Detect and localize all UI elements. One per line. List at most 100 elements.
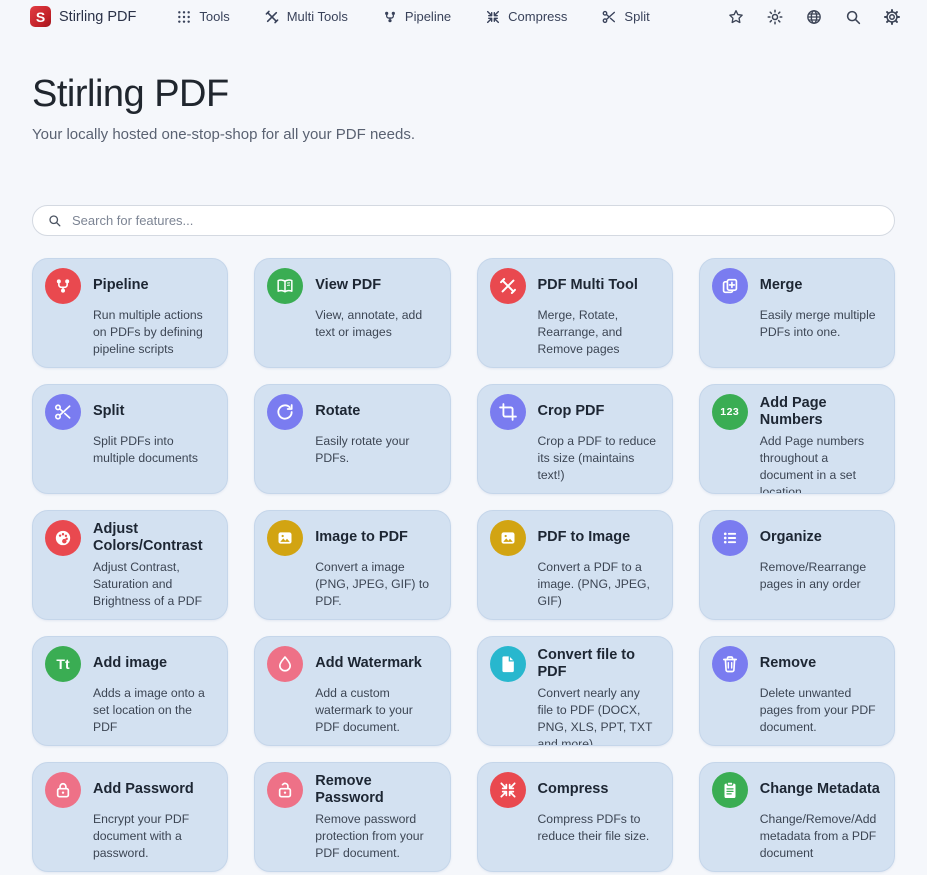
card-title: Merge [760,268,880,304]
card-title: Remove [760,646,880,682]
card-title: Compress [538,772,658,808]
compress-icon [490,772,526,808]
card-description: Split PDFs into multiple documents [93,433,213,467]
card-description: Easily merge multiple PDFs into one. [760,307,880,341]
card-description: Remove password protection from your PDF… [315,811,435,862]
nav-item-compress[interactable]: Compress [485,9,567,25]
theme-sun-icon[interactable] [766,8,784,26]
language-globe-icon[interactable] [805,8,823,26]
file-icon [490,646,526,682]
card-description: Merge, Rotate, Rearrange, and Remove pag… [538,307,658,358]
list-icon [712,520,748,556]
rotate-icon [267,394,303,430]
tool-card-crop-pdf[interactable]: Crop PDF Crop a PDF to reduce its size (… [477,384,673,494]
tool-card-organize[interactable]: Organize Remove/Rearrange pages in any o… [699,510,895,620]
card-title: Remove Password [315,772,435,808]
card-title: Rotate [315,394,435,430]
tool-card-pdf-multi-tool[interactable]: PDF Multi Tool Merge, Rotate, Rearrange,… [477,258,673,368]
nav-item-label: Compress [508,9,567,24]
page-numbers-badge: 123 [712,394,748,430]
tool-card-pipeline[interactable]: Pipeline Run multiple actions on PDFs by… [32,258,228,368]
card-description: Convert a PDF to a image. (PNG, JPEG, GI… [538,559,658,610]
nav-item-multi-tools[interactable]: Multi Tools [264,9,348,25]
tool-card-convert-file-to-pdf[interactable]: Convert file to PDF Convert nearly any f… [477,636,673,746]
card-title: View PDF [315,268,435,304]
card-description: Convert nearly any file to PDF (DOCX, PN… [538,685,658,746]
nav-item-label: Multi Tools [287,9,348,24]
tool-card-change-metadata[interactable]: Change Metadata Change/Remove/Add metada… [699,762,895,872]
card-description: Crop a PDF to reduce its size (maintains… [538,433,658,484]
card-description: Delete unwanted pages from your PDF docu… [760,685,880,736]
navbar-actions [727,8,901,26]
card-title: Add Password [93,772,213,808]
trash-icon [712,646,748,682]
settings-gear-icon[interactable] [883,8,901,26]
card-description: Easily rotate your PDFs. [315,433,435,467]
text-icon: Tt [45,646,81,682]
tool-card-adjust-colors-contrast[interactable]: Adjust Colors/Contrast Adjust Contrast, … [32,510,228,620]
hero-section: Stirling PDF Your locally hosted one-sto… [0,33,927,143]
brand-home-link[interactable]: S Stirling PDF [30,6,136,27]
nav-item-pipeline[interactable]: Pipeline [382,9,451,25]
feature-search-input[interactable] [72,213,880,228]
tool-card-rotate[interactable]: Rotate Easily rotate your PDFs. [254,384,450,494]
card-title: Add image [93,646,213,682]
droplet-icon [267,646,303,682]
card-title: PDF Multi Tool [538,268,658,304]
stirling-logo-icon: S [30,6,51,27]
card-title: Pipeline [93,268,213,304]
search-icon[interactable] [844,8,862,26]
search-section [32,205,895,236]
compress-icon [485,9,501,25]
tool-card-compress[interactable]: Compress Compress PDFs to reduce their f… [477,762,673,872]
card-title: Add Page Numbers [760,394,880,430]
card-title: Organize [760,520,880,556]
favourites-star-icon[interactable] [727,8,745,26]
nav-item-split[interactable]: Split [601,9,649,25]
book-icon [267,268,303,304]
tools-icon [264,9,280,25]
tools-icon [490,268,526,304]
tool-card-pdf-to-image[interactable]: PDF to Image Convert a PDF to a image. (… [477,510,673,620]
card-description: View, annotate, add text or images [315,307,435,341]
card-title: Convert file to PDF [538,646,658,682]
clipboard-icon [712,772,748,808]
nav-links: Tools Multi Tools Pipeline Compress Spli… [176,9,649,25]
card-description: Adjust Contrast, Saturation and Brightne… [93,559,213,610]
grid-icon [176,9,192,25]
card-description: Remove/Rearrange pages in any order [760,559,880,593]
scissors-icon [45,394,81,430]
palette-icon [45,520,81,556]
card-title: PDF to Image [538,520,658,556]
nav-item-label: Split [624,9,649,24]
tool-card-image-to-pdf[interactable]: Image to PDF Convert a image (PNG, JPEG,… [254,510,450,620]
tool-card-remove[interactable]: Remove Delete unwanted pages from your P… [699,636,895,746]
pipeline-icon [45,268,81,304]
tool-card-add-image[interactable]: Tt Add image Adds a image onto a set loc… [32,636,228,746]
card-description: Compress PDFs to reduce their file size. [538,811,658,845]
card-description: Encrypt your PDF document with a passwor… [93,811,213,862]
tool-card-merge[interactable]: Merge Easily merge multiple PDFs into on… [699,258,895,368]
card-description: Run multiple actions on PDFs by defining… [93,307,213,358]
card-title: Adjust Colors/Contrast [93,520,213,556]
merge-icon [712,268,748,304]
card-title: Image to PDF [315,520,435,556]
tool-card-grid: Pipeline Run multiple actions on PDFs by… [32,258,895,872]
nav-item-tools[interactable]: Tools [176,9,229,25]
card-description: Add a custom watermark to your PDF docum… [315,685,435,736]
feature-search-box[interactable] [32,205,895,236]
tool-card-remove-password[interactable]: Remove Password Remove password protecti… [254,762,450,872]
tool-card-split[interactable]: Split Split PDFs into multiple documents [32,384,228,494]
card-description: Convert a image (PNG, JPEG, GIF) to PDF. [315,559,435,610]
top-navbar: S Stirling PDF Tools Multi Tools Pipelin… [0,0,927,33]
search-icon [47,213,62,228]
tool-card-add-password[interactable]: Add Password Encrypt your PDF document w… [32,762,228,872]
tool-card-add-watermark[interactable]: Add Watermark Add a custom watermark to … [254,636,450,746]
tool-card-add-page-numbers[interactable]: 123 Add Page Numbers Add Page numbers th… [699,384,895,494]
tool-card-view-pdf[interactable]: View PDF View, annotate, add text or ima… [254,258,450,368]
nav-item-label: Tools [199,9,229,24]
card-description: Add Page numbers throughout a document i… [760,433,880,494]
page-subtitle: Your locally hosted one-stop-shop for al… [32,126,895,143]
lock-icon [45,772,81,808]
card-title: Change Metadata [760,772,880,808]
